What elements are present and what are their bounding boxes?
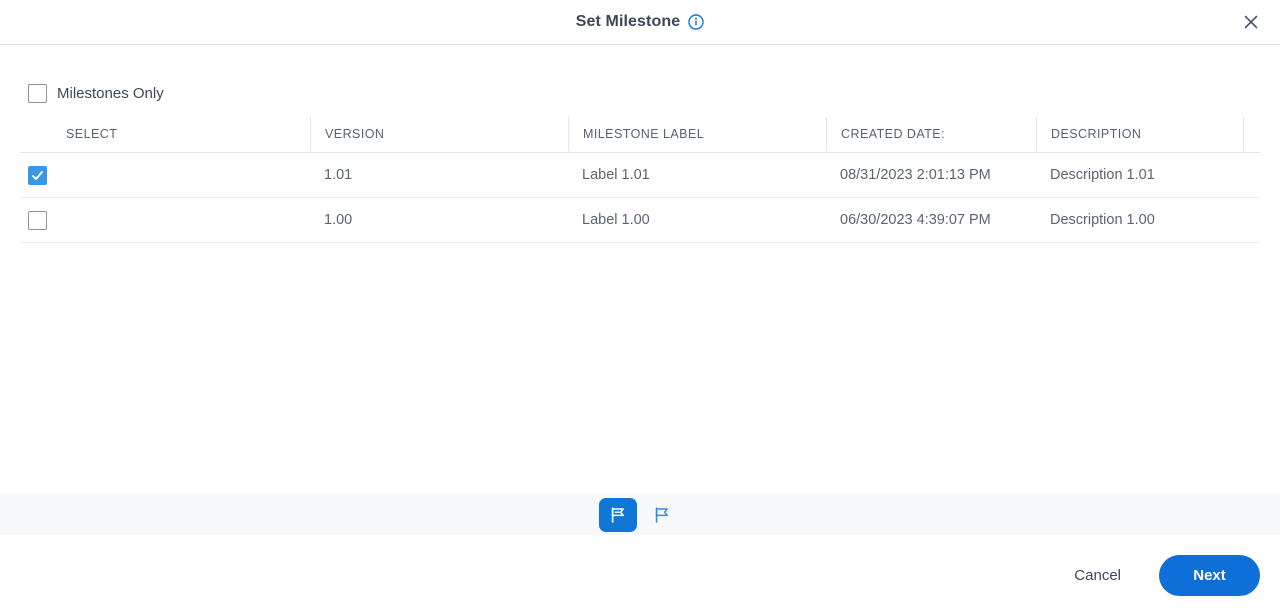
cell-version: 1.01 <box>324 167 353 183</box>
page-title: Set Milestone <box>575 13 681 30</box>
flag-outline-icon[interactable] <box>643 498 681 532</box>
milestones-only-checkbox[interactable] <box>28 83 47 103</box>
column-header-version[interactable]: VERSION <box>310 116 568 151</box>
flag-filled-icon[interactable] <box>599 497 637 532</box>
milestones-table: SELECT VERSION MILESTONE LABEL CREATED D… <box>20 115 1260 243</box>
row-select-checkbox[interactable] <box>28 165 47 185</box>
header-end-divider <box>1243 116 1244 151</box>
column-header-select[interactable]: SELECT <box>20 117 310 151</box>
cell-created-date: 06/30/2023 4:39:07 PM <box>840 212 991 228</box>
column-header-created-date[interactable]: CREATED DATE: <box>826 116 1036 151</box>
cell-description: Description 1.00 <box>1050 212 1155 228</box>
cell-version: 1.00 <box>324 212 353 228</box>
cell-created-date: 08/31/2023 2:01:13 PM <box>840 167 991 183</box>
dialog-title-group: Set Milestone <box>576 13 704 31</box>
dialog-footer: Cancel Next <box>0 535 1280 615</box>
cell-description: Description 1.01 <box>1050 167 1155 183</box>
cancel-button[interactable]: Cancel <box>1060 557 1135 594</box>
dialog-body: Milestones Only SELECT VERSION MILESTONE… <box>0 45 1280 494</box>
info-circle-icon[interactable] <box>688 14 704 30</box>
milestones-only-label: Milestones Only <box>57 84 164 102</box>
column-header-description[interactable]: DESCRIPTION <box>1036 116 1243 151</box>
column-header-milestone-label[interactable]: MILESTONE LABEL <box>568 116 826 151</box>
milestones-only-filter: Milestones Only <box>0 45 1280 107</box>
table-row[interactable]: 1.01 Label 1.01 08/31/2023 2:01:13 PM De… <box>20 153 1260 198</box>
row-select-cell <box>20 153 310 198</box>
close-icon[interactable] <box>1236 7 1266 37</box>
cell-milestone-label: Label 1.01 <box>582 167 650 183</box>
cell-milestone-label: Label 1.00 <box>582 212 650 228</box>
table-row[interactable]: 1.00 Label 1.00 06/30/2023 4:39:07 PM De… <box>20 198 1260 243</box>
dialog-header: Set Milestone <box>0 0 1280 45</box>
table-header-row: SELECT VERSION MILESTONE LABEL CREATED D… <box>20 115 1260 153</box>
row-select-cell <box>20 198 310 243</box>
row-select-checkbox[interactable] <box>28 210 47 230</box>
milestone-toolbar <box>0 494 1280 535</box>
next-button[interactable]: Next <box>1159 554 1260 596</box>
set-milestone-dialog: Set Milestone Milestones Only SELECT VER… <box>0 0 1280 615</box>
